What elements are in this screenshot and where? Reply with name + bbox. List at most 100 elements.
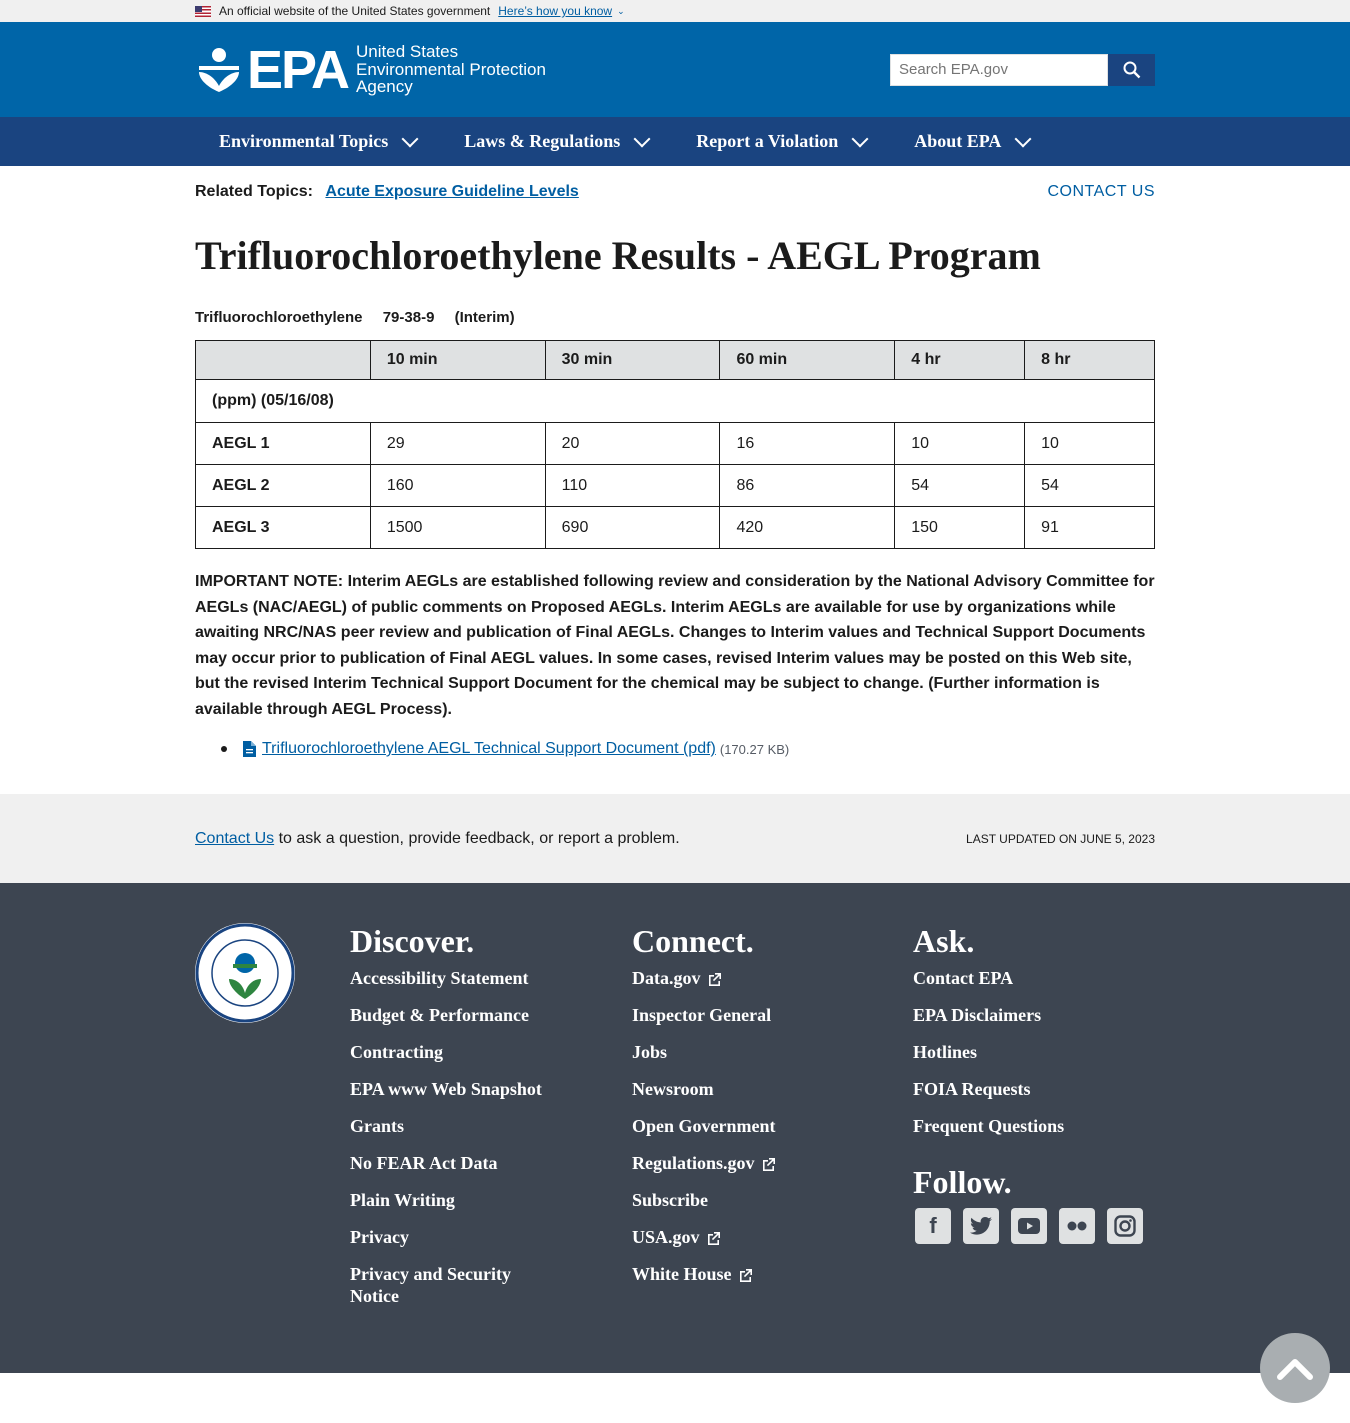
column-header: 4 hr	[894, 340, 1026, 380]
logo-line-2: Environmental Protection	[356, 59, 546, 79]
instagram-icon[interactable]	[1107, 1208, 1143, 1244]
footer-discover: Discover. Accessibility Statement Budget…	[350, 923, 632, 1322]
footer-link[interactable]: No FEAR Act Data	[350, 1152, 632, 1174]
footer-link[interactable]: Contracting	[350, 1041, 632, 1063]
site-search	[890, 53, 1155, 86]
feedback-band: Contact Us to ask a question, provide fe…	[0, 794, 1350, 883]
footer-link-usa-gov[interactable]: USA.gov	[632, 1226, 913, 1248]
table-cell: 110	[544, 464, 721, 507]
footer-link[interactable]: Open Government	[632, 1115, 913, 1137]
table-cell: 10	[894, 422, 1026, 465]
logo-line-3: Agency	[356, 77, 413, 97]
footer-link[interactable]: Subscribe	[632, 1189, 913, 1211]
search-button[interactable]	[1108, 53, 1155, 86]
last-updated: LAST UPDATED ON JUNE 5, 2023	[966, 831, 1155, 846]
search-icon	[1123, 61, 1140, 78]
important-note: IMPORTANT NOTE: Interim AEGLs are establ…	[195, 573, 1155, 718]
table-header-row: 10 min 30 min 60 min 4 hr 8 hr	[195, 340, 1155, 380]
table-cell: 690	[544, 506, 721, 549]
footer-link[interactable]: Hotlines	[913, 1041, 1155, 1063]
chevron-up-icon	[1277, 1359, 1313, 1380]
footer-link-white-house[interactable]: White House	[632, 1263, 913, 1285]
footer-link[interactable]: Budget & Performance	[350, 1004, 632, 1026]
main-nav: Environmental Topics Laws & Regulations …	[0, 117, 1350, 166]
chemical-name: Trifluorochloroethylene	[195, 309, 363, 326]
related-topic-link[interactable]: Acute Exposure Guideline Levels	[325, 183, 578, 200]
nav-laws-regulations[interactable]: Laws & Regulations	[440, 130, 672, 152]
link-label: White House	[632, 1264, 732, 1284]
footer-link[interactable]: EPA Disclaimers	[913, 1004, 1155, 1026]
table-cell: 150	[894, 506, 1026, 549]
aegl-table: 10 min 30 min 60 min 4 hr 8 hr (ppm) (05…	[195, 340, 1155, 549]
chevron-down-icon[interactable]: ⌄	[617, 6, 625, 17]
footer-ask: Ask. Contact EPA EPA Disclaimers Hotline…	[913, 923, 1155, 1322]
footer-link[interactable]: Contact EPA	[913, 967, 1155, 989]
nav-about-epa[interactable]: About EPA	[890, 130, 1053, 152]
chevron-down-icon	[851, 130, 869, 147]
footer-link[interactable]: Frequent Questions	[913, 1115, 1155, 1137]
youtube-icon[interactable]	[1011, 1208, 1047, 1244]
search-input[interactable]	[890, 53, 1108, 86]
related-topics: Related Topics: Acute Exposure Guideline…	[195, 183, 579, 201]
link-label: Regulations.gov	[632, 1153, 755, 1173]
footer-link[interactable]: FOIA Requests	[913, 1078, 1155, 1100]
contact-us-footer-link[interactable]: Contact Us	[195, 830, 274, 847]
table-cell: 29	[369, 422, 546, 465]
footer-link-regulations-gov[interactable]: Regulations.gov	[632, 1152, 913, 1174]
column-header: 10 min	[369, 340, 546, 380]
document-list-item: Trifluorochloroethylene AEGL Technical S…	[221, 740, 1155, 758]
footer-link[interactable]: Privacy and Security Notice	[350, 1263, 560, 1307]
nav-label: Environmental Topics	[219, 131, 389, 151]
facebook-icon[interactable]: f	[915, 1208, 951, 1244]
footer-link[interactable]: Inspector General	[632, 1004, 913, 1026]
footer-link[interactable]: Accessibility Statement	[350, 967, 632, 989]
table-cell: 54	[1024, 464, 1155, 507]
gov-banner: An official website of the United States…	[0, 0, 1350, 22]
gov-banner-text: An official website of the United States…	[219, 4, 491, 18]
logo-line-1: United States	[356, 41, 459, 61]
footer-connect: Connect. Data.gov Inspector General Jobs…	[632, 923, 913, 1322]
table-cell: 420	[719, 506, 896, 549]
footer-link[interactable]: Grants	[350, 1115, 632, 1137]
table-cell: 54	[894, 464, 1026, 507]
chevron-down-icon	[1014, 130, 1032, 147]
flickr-icon[interactable]	[1059, 1208, 1095, 1244]
epa-logo-abbr: EPA	[247, 39, 350, 100]
technical-support-document-link[interactable]: Trifluorochloroethylene AEGL Technical S…	[262, 740, 716, 758]
table-row: AEGL 1 29 20 16 10 10	[195, 422, 1155, 465]
feedback-text: Contact Us to ask a question, provide fe…	[195, 830, 680, 848]
heres-how-you-know-link[interactable]: Here’s how you know	[498, 4, 612, 18]
epa-logo[interactable]: EPA United States Environmental Protecti…	[195, 39, 546, 100]
back-to-top-button[interactable]	[1260, 1333, 1330, 1403]
nav-report-violation[interactable]: Report a Violation	[672, 130, 890, 152]
twitter-icon[interactable]	[963, 1208, 999, 1244]
aegl-status: (Interim)	[454, 309, 515, 326]
nav-label: About EPA	[914, 131, 1002, 151]
cas-number: 79-38-9	[382, 309, 435, 326]
main-content: Related Topics: Acute Exposure Guideline…	[195, 182, 1155, 758]
footer-link[interactable]: Newsroom	[632, 1078, 913, 1100]
external-link-icon	[762, 1158, 775, 1172]
discover-heading: Discover.	[350, 923, 475, 959]
connect-heading: Connect.	[632, 923, 754, 959]
feedback-message: to ask a question, provide feedback, or …	[274, 829, 680, 847]
site-footer: Discover. Accessibility Statement Budget…	[0, 883, 1350, 1373]
epa-seal-graphic	[195, 923, 295, 1023]
contact-us-link[interactable]: CONTACT US	[1047, 183, 1155, 201]
footer-link-data-gov[interactable]: Data.gov	[632, 967, 913, 989]
table-cell: 91	[1024, 506, 1155, 549]
footer-link[interactable]: Jobs	[632, 1041, 913, 1063]
footer-link[interactable]: Plain Writing	[350, 1189, 632, 1211]
link-label: USA.gov	[632, 1227, 700, 1247]
row-label: AEGL 1	[195, 422, 371, 465]
table-cell: 160	[369, 464, 546, 507]
nav-environmental-topics[interactable]: Environmental Topics	[195, 130, 440, 152]
bullet	[221, 746, 227, 752]
nav-label: Report a Violation	[696, 131, 839, 151]
footer-link[interactable]: EPA www Web Snapshot	[350, 1078, 632, 1100]
table-cell: 1500	[369, 506, 546, 549]
chevron-down-icon	[633, 130, 651, 147]
footer-link[interactable]: Privacy	[350, 1226, 632, 1248]
row-label: AEGL 2	[195, 464, 371, 507]
link-label: Data.gov	[632, 968, 701, 988]
